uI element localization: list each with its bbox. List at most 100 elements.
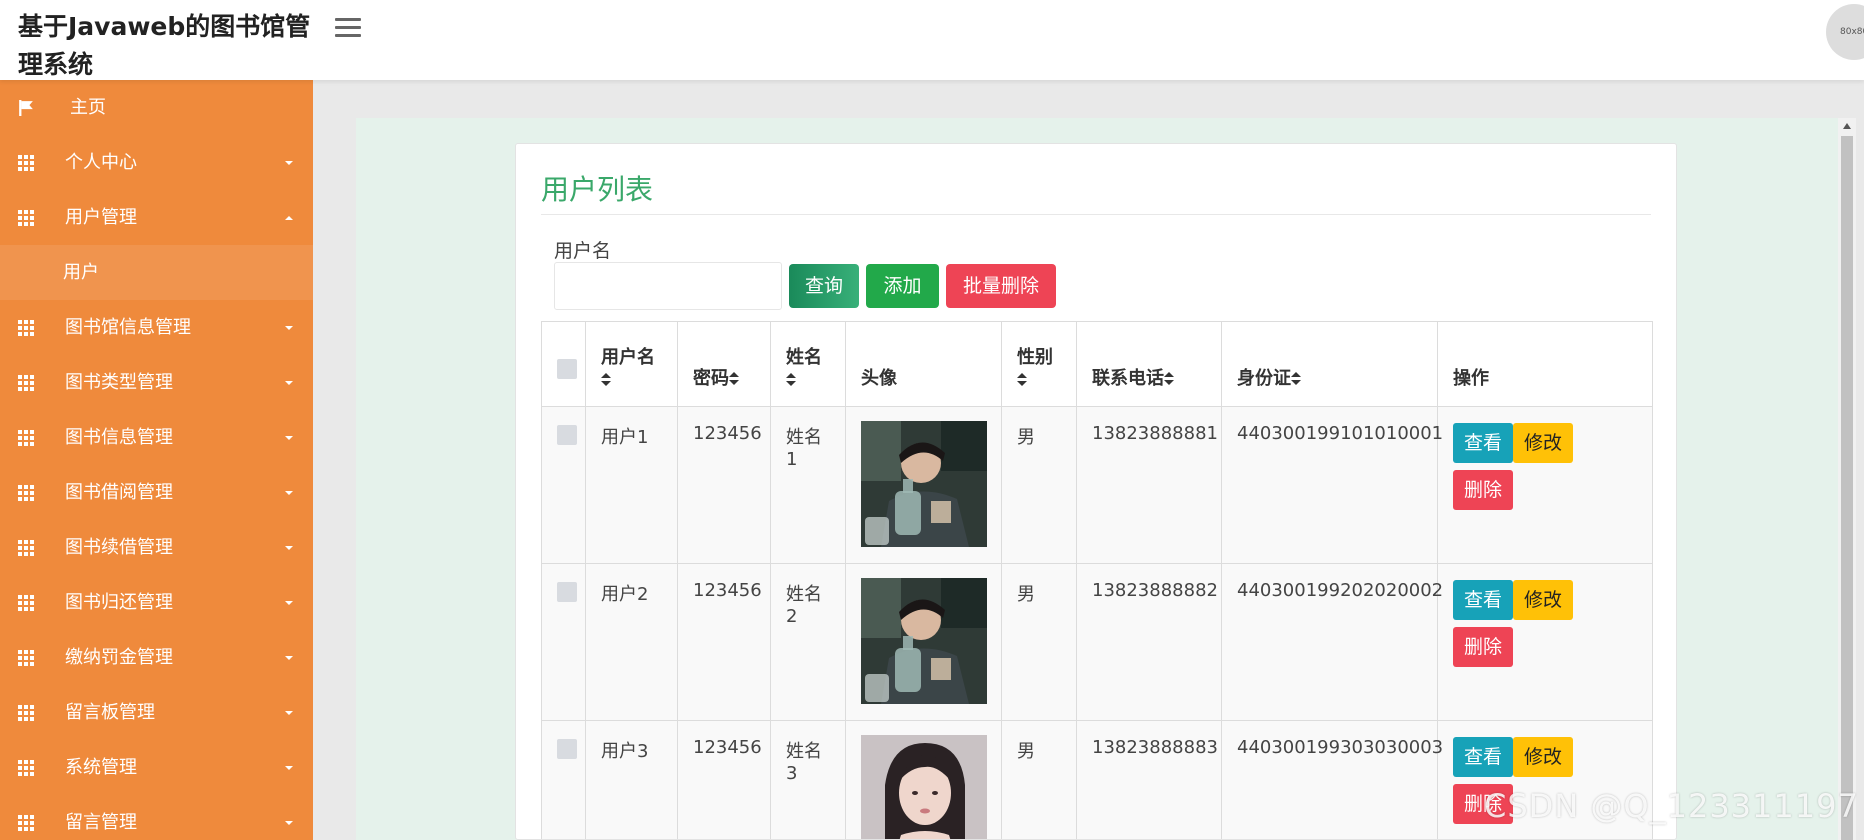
edit-button[interactable]: 修改 xyxy=(1513,423,1574,463)
sort-icon[interactable] xyxy=(1017,373,1027,387)
sidebar-item-label: 系统管理 xyxy=(65,757,137,778)
menu-toggle-icon[interactable] xyxy=(335,18,361,38)
header-actions: 操作 xyxy=(1437,321,1653,407)
grid-icon xyxy=(18,595,34,611)
sidebar-item-label: 主页 xyxy=(70,97,106,118)
header-actions-label: 操作 xyxy=(1453,368,1489,389)
sidebar-item-messages[interactable]: 留言管理 xyxy=(0,795,313,840)
scrollbar-thumb[interactable] xyxy=(1841,136,1853,840)
header-username-label: 用户名 xyxy=(601,347,655,368)
chevron-down-icon xyxy=(285,766,293,770)
chevron-down-icon xyxy=(285,821,293,825)
header-gender-label: 性别 xyxy=(1017,347,1053,368)
sort-icon[interactable] xyxy=(786,373,796,387)
flag-icon xyxy=(19,100,33,116)
edit-button[interactable]: 修改 xyxy=(1513,580,1574,620)
sort-icon[interactable] xyxy=(1291,372,1301,386)
sidebar-item-message-board[interactable]: 留言板管理 xyxy=(0,685,313,740)
sidebar-subitem-users[interactable]: 用户 xyxy=(0,245,313,300)
app-title: 基于Javaweb的图书馆管 理系统 xyxy=(18,8,318,84)
sidebar-item-label: 图书馆信息管理 xyxy=(65,317,191,338)
header-id-card[interactable]: 身份证 xyxy=(1221,321,1438,407)
grid-icon xyxy=(18,540,34,556)
page-scrollbar[interactable] xyxy=(1838,118,1856,840)
sidebar-item-label: 缴纳罚金管理 xyxy=(65,647,173,668)
sort-icon[interactable] xyxy=(1164,372,1174,386)
header-name-label: 姓名 xyxy=(786,347,822,368)
chevron-down-icon xyxy=(285,711,293,715)
grid-icon xyxy=(18,705,34,721)
page-title: 用户列表 xyxy=(541,173,654,206)
avatar-photo-male[interactable] xyxy=(861,421,987,547)
header-phone[interactable]: 联系电话 xyxy=(1076,321,1222,407)
cell-id-card: 440300199303030003 xyxy=(1221,720,1443,839)
sidebar-item-book-info[interactable]: 图书信息管理 xyxy=(0,410,313,465)
sidebar: 主页 个人中心 用户管理 用户 图书馆信息管理 图书类型管理 图书信息管理 图书… xyxy=(0,80,313,840)
grid-icon xyxy=(18,760,34,776)
row-checkbox[interactable] xyxy=(557,739,577,759)
grid-icon xyxy=(18,210,34,226)
select-all-checkbox[interactable] xyxy=(557,359,577,379)
add-button[interactable]: 添加 xyxy=(866,264,939,308)
sort-icon[interactable] xyxy=(729,372,739,386)
sidebar-item-book-renew[interactable]: 图书续借管理 xyxy=(0,520,313,575)
sidebar-item-label: 个人中心 xyxy=(65,152,137,173)
sidebar-item-fine-payment[interactable]: 缴纳罚金管理 xyxy=(0,630,313,685)
edit-button[interactable]: 修改 xyxy=(1513,737,1574,777)
user-table-wrapper: 用户名 密码 姓名 头像 性别 联系电话 身份证 操作 用户1 123456 姓… xyxy=(541,321,1653,840)
cell-phone: 13823888883 xyxy=(1076,720,1222,839)
header-name[interactable]: 姓名 xyxy=(770,321,846,407)
cell-actions: 查看 修改 删除 xyxy=(1437,406,1653,564)
batch-delete-button[interactable]: 批量删除 xyxy=(946,264,1056,308)
sidebar-item-book-borrow[interactable]: 图书借阅管理 xyxy=(0,465,313,520)
user-list-card: 用户列表 用户名 查询 添加 批量删除 用户名 密码 姓名 头像 性别 联系电话… xyxy=(515,143,1677,840)
query-button[interactable]: 查询 xyxy=(789,264,859,308)
sidebar-item-personal-center[interactable]: 个人中心 xyxy=(0,135,313,190)
sidebar-item-book-return[interactable]: 图书归还管理 xyxy=(0,575,313,630)
avatar-photo-male[interactable] xyxy=(861,578,987,704)
header-gender[interactable]: 性别 xyxy=(1001,321,1077,407)
chevron-down-icon xyxy=(285,601,293,605)
chevron-down-icon xyxy=(285,491,293,495)
view-button[interactable]: 查看 xyxy=(1453,737,1514,777)
view-button[interactable]: 查看 xyxy=(1453,423,1514,463)
chevron-down-icon xyxy=(285,326,293,330)
cell-name: 姓名2 xyxy=(770,563,846,721)
sidebar-item-label: 留言管理 xyxy=(65,812,137,833)
title-divider xyxy=(541,214,1651,215)
delete-button[interactable]: 删除 xyxy=(1453,470,1514,510)
sidebar-item-book-category[interactable]: 图书类型管理 xyxy=(0,355,313,410)
sidebar-item-label: 图书续借管理 xyxy=(65,537,173,558)
sidebar-item-library-info[interactable]: 图书馆信息管理 xyxy=(0,300,313,355)
cell-avatar xyxy=(845,406,1002,564)
header-username[interactable]: 用户名 xyxy=(585,321,678,407)
sidebar-item-home[interactable]: 主页 xyxy=(0,80,313,135)
sort-icon[interactable] xyxy=(601,373,611,387)
sidebar-item-label: 用户管理 xyxy=(65,207,137,228)
chevron-down-icon xyxy=(285,436,293,440)
avatar-placeholder-text: 80x80 xyxy=(1840,27,1864,37)
cell-name: 姓名3 xyxy=(770,720,846,839)
header-phone-label: 联系电话 xyxy=(1092,368,1164,389)
app-title-line1: 基于Javaweb的图书馆管 xyxy=(18,12,311,41)
cell-avatar xyxy=(845,563,1002,721)
username-search-input[interactable] xyxy=(554,262,782,310)
header-select-all-cell xyxy=(541,321,586,407)
row-checkbox[interactable] xyxy=(557,425,577,445)
view-button[interactable]: 查看 xyxy=(1453,580,1514,620)
table-header-row: 用户名 密码 姓名 头像 性别 联系电话 身份证 操作 xyxy=(541,321,1653,407)
grid-icon xyxy=(18,320,34,336)
sidebar-item-system[interactable]: 系统管理 xyxy=(0,740,313,795)
sidebar-item-label: 图书归还管理 xyxy=(65,592,173,613)
table-row: 用户2 123456 姓名2 男 13823888882 44030019920… xyxy=(541,563,1653,721)
delete-button[interactable]: 删除 xyxy=(1453,627,1514,667)
sidebar-item-user-management[interactable]: 用户管理 xyxy=(0,190,313,245)
cell-gender: 男 xyxy=(1001,563,1077,721)
user-avatar[interactable]: 80x80 xyxy=(1826,4,1864,60)
app-title-line2: 理系统 xyxy=(18,50,94,79)
header-password[interactable]: 密码 xyxy=(677,321,771,407)
row-checkbox[interactable] xyxy=(557,582,577,602)
scroll-up-arrow-icon[interactable] xyxy=(1843,123,1851,129)
chevron-down-icon xyxy=(285,656,293,660)
avatar-photo-female[interactable] xyxy=(861,735,987,840)
